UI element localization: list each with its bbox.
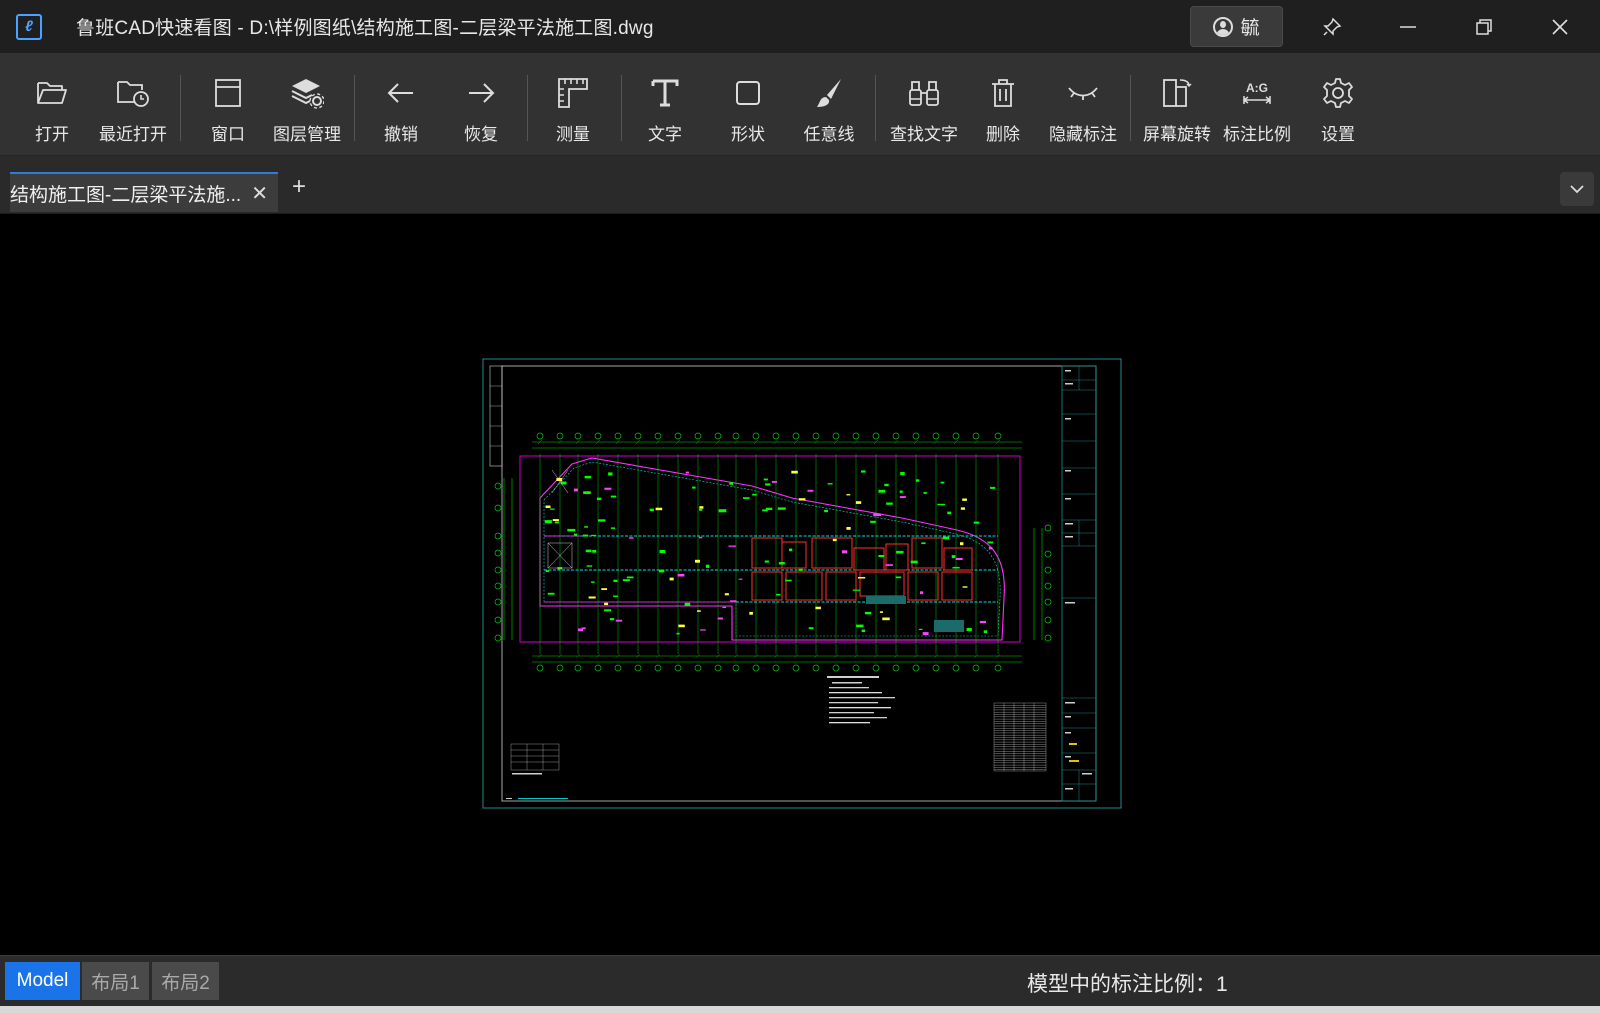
close-icon bbox=[1552, 18, 1568, 35]
trash-icon bbox=[992, 79, 1014, 107]
layout-tab-1[interactable]: 布局1 bbox=[82, 962, 149, 1000]
minimize-button[interactable] bbox=[1378, 0, 1438, 53]
redo-button[interactable]: 恢复 bbox=[461, 53, 501, 156]
window-button[interactable]: 窗口 bbox=[208, 53, 248, 156]
square-icon bbox=[736, 81, 760, 105]
tab-list-dropdown-button[interactable] bbox=[1560, 172, 1594, 206]
document-tab-bar: 结构施工图-二层梁平法施... ✕ bbox=[0, 156, 1600, 214]
shape-button[interactable]: 形状 bbox=[728, 53, 768, 156]
cad-drawing-sheet[interactable] bbox=[482, 358, 1122, 809]
screen-rotate-button[interactable]: 屏幕旋转 bbox=[1141, 53, 1213, 156]
pin-button[interactable] bbox=[1302, 0, 1362, 53]
arrow-right-icon bbox=[469, 83, 495, 103]
measure-button[interactable]: 测量 bbox=[553, 53, 593, 156]
arrow-left-icon bbox=[387, 83, 413, 103]
pin-icon bbox=[1323, 17, 1342, 36]
user-name: 毓 bbox=[1240, 18, 1260, 39]
annotation-scale-status: 模型中的标注比例：1 bbox=[1027, 973, 1228, 996]
close-button[interactable] bbox=[1530, 0, 1590, 53]
window-icon bbox=[215, 79, 241, 107]
restore-button[interactable] bbox=[1454, 0, 1514, 53]
status-bar: Model 布局1 布局2 模型中的标注比例：1 bbox=[0, 955, 1600, 1013]
brush-icon bbox=[817, 79, 841, 107]
user-account-button[interactable]: 毓 bbox=[1190, 6, 1283, 47]
folder-clock-icon bbox=[117, 81, 149, 107]
open-button[interactable]: 打开 bbox=[30, 53, 74, 156]
layout-tab-model[interactable]: Model bbox=[5, 962, 80, 1000]
eye-closed-icon bbox=[1068, 87, 1098, 100]
folder-open-icon bbox=[37, 82, 67, 104]
toolbar-separator bbox=[875, 75, 876, 141]
freehand-line-button[interactable]: 任意线 bbox=[802, 53, 856, 156]
text-button[interactable]: 文字 bbox=[645, 53, 685, 156]
ruler-icon bbox=[558, 78, 588, 108]
layout-tab-2[interactable]: 布局2 bbox=[152, 962, 219, 1000]
binoculars-icon bbox=[909, 81, 939, 106]
layer-manager-button[interactable]: 图层管理 bbox=[271, 53, 343, 156]
text-t-icon bbox=[651, 79, 679, 107]
chevron-down-icon bbox=[1570, 185, 1584, 194]
annotation-scale-button[interactable]: A:G 标注比例 bbox=[1221, 53, 1293, 156]
tab-close-icon[interactable]: ✕ bbox=[251, 181, 268, 206]
toolbar-separator bbox=[527, 75, 528, 141]
toolbar-separator bbox=[180, 75, 181, 141]
minimize-icon bbox=[1400, 25, 1416, 28]
user-icon bbox=[1213, 16, 1234, 37]
add-tab-button[interactable]: + bbox=[286, 172, 312, 202]
window-title: 鲁班CAD快速看图 - D:\样例图纸\结构施工图-二层梁平法施工图.dwg bbox=[76, 18, 654, 39]
window-bottom-edge bbox=[0, 1006, 1600, 1013]
toolbar-separator bbox=[354, 75, 355, 141]
toolbar-separator bbox=[621, 75, 622, 141]
recent-open-button[interactable]: 最近打开 bbox=[97, 53, 169, 156]
settings-button[interactable]: 设置 bbox=[1318, 53, 1358, 156]
tab-label: 结构施工图-二层梁平法施... bbox=[10, 184, 242, 206]
toolbar-separator bbox=[1130, 75, 1131, 141]
restore-icon bbox=[1476, 18, 1492, 35]
app-logo-icon: ℓ bbox=[16, 13, 42, 40]
annotation-scale-icon: A:G bbox=[1237, 75, 1277, 111]
main-toolbar: 打开 最近打开 窗口 图层管理 撤销 恢复 测量 文字 形状 任意线 查找文字 … bbox=[0, 53, 1600, 156]
screen-rotate-icon bbox=[1163, 79, 1192, 107]
hide-annotations-button[interactable]: 隐藏标注 bbox=[1047, 53, 1119, 156]
find-text-button[interactable]: 查找文字 bbox=[888, 53, 960, 156]
layers-gear-icon bbox=[291, 79, 324, 109]
undo-button[interactable]: 撤销 bbox=[381, 53, 421, 156]
tab-active-document[interactable]: 结构施工图-二层梁平法施... ✕ bbox=[10, 172, 278, 212]
gear-icon bbox=[1323, 78, 1353, 108]
delete-button[interactable]: 删除 bbox=[983, 53, 1023, 156]
